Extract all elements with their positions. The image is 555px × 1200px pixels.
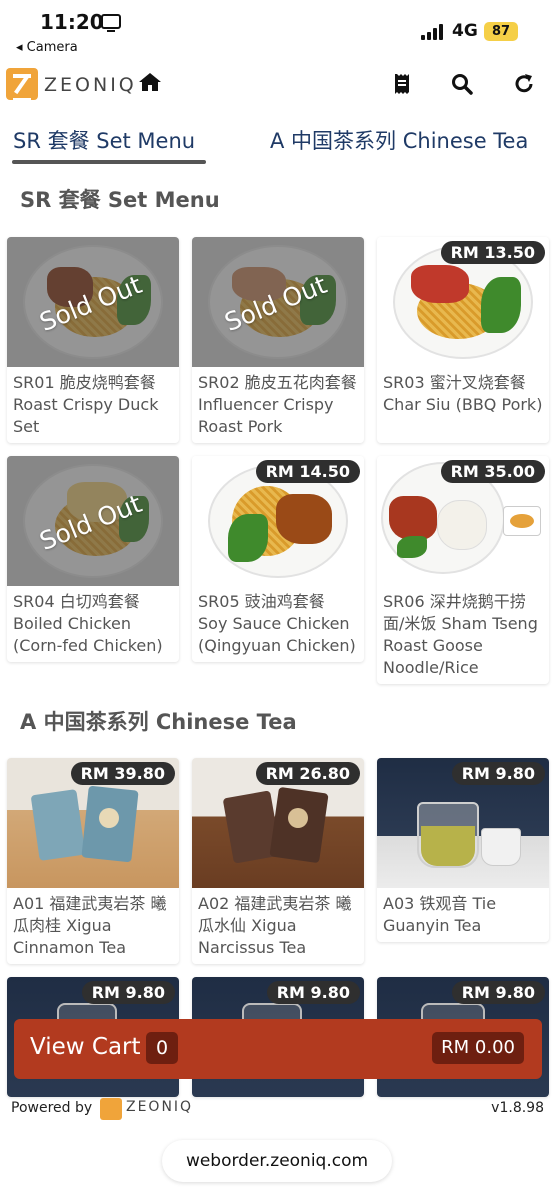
item-name: A01 福建武夷岩茶 曦瓜肉桂 Xigua Cinnamon Tea <box>13 894 167 957</box>
item-image: RM 13.50 <box>377 237 549 367</box>
cart-count-badge: 0 <box>146 1032 178 1064</box>
search-icon[interactable] <box>450 72 474 96</box>
home-icon[interactable] <box>138 70 162 94</box>
item-name: SR06 深井烧鹅干捞面/米饭 Sham Tseng Roast Goose N… <box>383 592 538 677</box>
network-type: 4G <box>452 21 478 41</box>
price-badge: RM 13.50 <box>440 241 545 264</box>
item-name: SR03 蜜汁叉烧套餐 Char Siu (BBQ Pork) <box>383 373 543 414</box>
price-badge: RM 9.80 <box>451 981 545 1004</box>
footer: Powered by ZEONIQ v1.8.98 <box>0 1098 555 1122</box>
view-cart-button[interactable]: View Cart 0 RM 0.00 <box>14 1019 542 1079</box>
item-image: RM 9.80 <box>377 758 549 888</box>
battery-indicator: 87 <box>484 22 518 41</box>
menu-item-card[interactable]: Sold Out SR01 脆皮烧鸭套餐 Roast Crispy Duck S… <box>7 237 179 443</box>
active-tab-indicator <box>12 160 206 164</box>
menu-item-card[interactable]: RM 35.00 SR06 深井烧鹅干捞面/米饭 Sham Tseng Roas… <box>377 456 549 684</box>
zeoniq-logo-icon <box>100 1098 122 1120</box>
item-image: RM 35.00 <box>377 456 549 586</box>
item-name: SR01 脆皮烧鸭套餐 Roast Crispy Duck Set <box>13 373 159 436</box>
price-badge: RM 39.80 <box>70 762 175 785</box>
item-name: SR02 脆皮五花肉套餐 Influencer Crispy Roast Por… <box>198 373 357 436</box>
view-cart-label: View Cart <box>30 1034 141 1060</box>
tab-set-menu[interactable]: SR 套餐 Set Menu <box>13 125 195 155</box>
tab-chinese-tea[interactable]: A 中国茶系列 Chinese Tea <box>270 125 528 155</box>
section-title-set-menu: SR 套餐 Set Menu <box>20 188 220 212</box>
menu-item-card[interactable]: RM 26.80 A02 福建武夷岩茶 曦瓜水仙 Xigua Narcissus… <box>192 758 364 964</box>
receipt-icon[interactable] <box>390 72 414 96</box>
screen-mirror-icon <box>101 14 121 32</box>
menu-item-card[interactable]: RM 14.50 SR05 豉油鸡套餐 Soy Sauce Chicken (Q… <box>192 456 364 662</box>
price-badge: RM 9.80 <box>81 981 175 1004</box>
item-image: RM 26.80 <box>192 758 364 888</box>
item-name: A03 铁观音 Tie Guanyin Tea <box>383 894 497 935</box>
menu-item-card[interactable]: RM 13.50 SR03 蜜汁叉烧套餐 Char Siu (BBQ Pork) <box>377 237 549 443</box>
item-name: SR05 豉油鸡套餐 Soy Sauce Chicken (Qingyuan C… <box>198 592 356 655</box>
category-tabs: SR 套餐 Set Menu A 中国茶系列 Chinese Tea <box>0 120 555 166</box>
menu-item-card[interactable]: Sold Out SR02 脆皮五花肉套餐 Influencer Crispy … <box>192 237 364 443</box>
item-image: RM 14.50 <box>192 456 364 586</box>
price-badge: RM 9.80 <box>451 762 545 785</box>
menu-item-card[interactable]: RM 39.80 A01 福建武夷岩茶 曦瓜肉桂 Xigua Cinnamon … <box>7 758 179 964</box>
item-name: A02 福建武夷岩茶 曦瓜水仙 Xigua Narcissus Tea <box>198 894 352 957</box>
section-title-chinese-tea: A 中国茶系列 Chinese Tea <box>20 710 297 734</box>
item-image: Sold Out <box>7 456 179 586</box>
status-time: 11:20 <box>40 10 104 34</box>
signal-icon <box>421 24 447 40</box>
version-label: v1.8.98 <box>491 1100 544 1116</box>
price-badge: RM 26.80 <box>255 762 360 785</box>
status-bar: 11:20 ◂ Camera 4G 87 <box>0 0 555 62</box>
logo-text: ZEONIQ <box>44 74 137 96</box>
item-image: Sold Out <box>7 237 179 367</box>
app-header: ZEONIQ <box>0 64 555 106</box>
price-badge: RM 35.00 <box>440 460 545 483</box>
price-badge: RM 14.50 <box>255 460 360 483</box>
item-name: SR04 白切鸡套餐 Boiled Chicken (Corn-fed Chic… <box>13 592 163 655</box>
back-to-camera-link[interactable]: ◂ Camera <box>16 40 78 55</box>
item-image: Sold Out <box>192 237 364 367</box>
item-image: RM 39.80 <box>7 758 179 888</box>
zeoniq-logo-icon <box>6 68 38 102</box>
menu-item-card[interactable]: RM 9.80 A03 铁观音 Tie Guanyin Tea <box>377 758 549 942</box>
footer-logo-text: ZEONIQ <box>126 1099 194 1115</box>
cart-total: RM 0.00 <box>432 1032 524 1064</box>
refresh-icon[interactable] <box>512 72 536 96</box>
price-badge: RM 9.80 <box>266 981 360 1004</box>
browser-url-bar[interactable]: weborder.zeoniq.com <box>162 1140 392 1182</box>
menu-item-card[interactable]: Sold Out SR04 白切鸡套餐 Boiled Chicken (Corn… <box>7 456 179 662</box>
powered-by-label: Powered by <box>11 1100 93 1116</box>
